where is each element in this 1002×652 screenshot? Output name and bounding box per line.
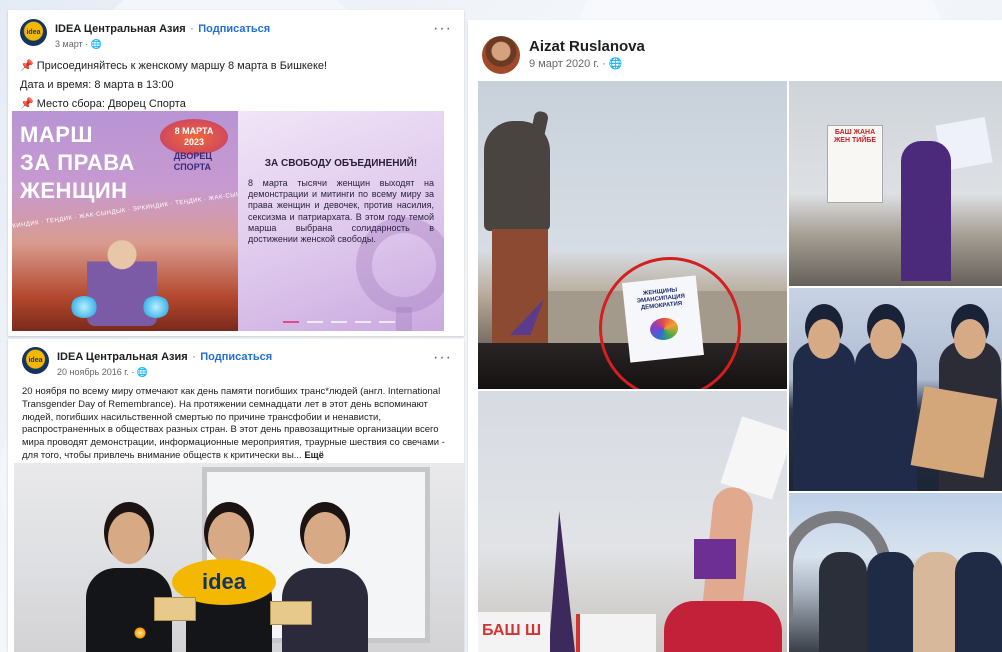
person-left xyxy=(86,512,172,652)
author-avatar[interactable] xyxy=(482,36,520,74)
carousel-dot[interactable] xyxy=(283,321,299,323)
purple-armband xyxy=(694,539,736,579)
post-text: 📌 Присоединяйтесь к женскому маршу 8 мар… xyxy=(8,50,464,112)
globe-icon: 🌐 xyxy=(90,39,102,49)
poster-glow-left xyxy=(70,296,98,318)
post-text: 20 ноября по всему миру отмечают как ден… xyxy=(8,378,464,463)
poster-venue: ДВОРЕЦ СПОРТА xyxy=(173,151,212,172)
red-highlight-circle xyxy=(599,257,741,389)
follow-button[interactable]: Подписаться xyxy=(200,351,272,363)
name-separator: · xyxy=(190,23,194,35)
location-line: 📌 Место сбора: Дворец Спорта xyxy=(20,98,186,110)
poster-heading: ЗА СВОБОДУ ОБЪЕДИНЕНИЙ! xyxy=(264,158,418,169)
banner-sign-2 xyxy=(576,614,656,652)
post-date-link[interactable]: 9 март 2020 г. · xyxy=(529,58,609,70)
group-photo[interactable]: idea xyxy=(14,463,464,652)
more-options-button[interactable]: ··· xyxy=(433,349,452,367)
photo-police-line[interactable] xyxy=(789,288,1002,491)
carousel-dot[interactable] xyxy=(355,321,371,323)
see-more-link[interactable]: Ещё xyxy=(304,450,324,461)
globe-icon: 🌐 xyxy=(608,58,623,70)
globe-icon: 🌐 xyxy=(136,367,149,377)
photo-monument-protest[interactable]: ЖЕНЩИНЫ ЭМАНСИПАЦИЯ ДЕМОКРАТИЯ xyxy=(478,81,787,389)
cardboard-sign xyxy=(910,386,998,478)
march-poster-image[interactable]: МАРШ ЗА ПРАВА ЖЕНЩИН 8 МАРТА 2023 ДВОРЕЦ… xyxy=(12,111,238,331)
post-tdor: idea IDEA Центральная Азия · Подписаться… xyxy=(8,339,464,652)
post-date-link[interactable]: 20 ноябрь 2016 г. · xyxy=(57,367,137,377)
post-header: idea IDEA Центральная Азия · Подписаться… xyxy=(8,10,464,50)
person-right xyxy=(282,512,368,652)
held-card-right xyxy=(270,601,312,625)
more-options-button[interactable]: ··· xyxy=(433,20,452,38)
post-header: idea IDEA Центральная Азия · Подписаться… xyxy=(8,339,464,378)
detained-woman xyxy=(913,552,961,652)
page-name-link[interactable]: IDEA Центральная Азия xyxy=(57,351,188,363)
officer xyxy=(855,319,917,491)
post-meta: 20 ноябрь 2016 г. · 🌐 xyxy=(57,367,272,378)
name-separator: · xyxy=(192,351,196,363)
post-date-link[interactable]: 3 март · xyxy=(55,39,91,49)
post-meta: 9 март 2020 г. · 🌐 xyxy=(529,57,645,70)
candle xyxy=(134,627,146,639)
officer xyxy=(955,552,1002,652)
freedom-poster-image[interactable]: ЗА СВОБОДУ ОБЪЕДИНЕНИЙ! 8 марта тысячи ж… xyxy=(238,111,444,331)
photo-protest-signs[interactable]: БАШ ЖАНА ЖЕН ТИЙБЕ xyxy=(789,81,1002,286)
poster-title: МАРШ ЗА ПРАВА ЖЕНЩИН xyxy=(20,122,135,203)
carousel-indicator[interactable] xyxy=(283,321,395,323)
banner-sign: БАШ Ш xyxy=(478,612,550,652)
post-womens-march: idea IDEA Центральная Азия · Подписаться… xyxy=(8,10,464,336)
photo-arch-detention[interactable] xyxy=(789,493,1002,652)
held-card-left xyxy=(154,597,196,621)
venus-stem xyxy=(396,307,412,331)
poster-glow-right xyxy=(142,296,170,318)
officer xyxy=(867,552,915,652)
page-avatar[interactable]: idea xyxy=(20,19,47,46)
officer xyxy=(793,319,855,491)
bystander xyxy=(819,552,867,652)
post-body-text: 20 ноября по всему миру отмечают как ден… xyxy=(22,386,445,461)
dark-flag xyxy=(548,511,576,652)
page-avatar[interactable]: idea xyxy=(22,347,49,374)
datetime-line: Дата и время: 8 марта в 13:00 xyxy=(20,79,174,91)
carousel-dot[interactable] xyxy=(331,321,347,323)
announcement-line: 📌 Присоединяйтесь к женскому маршу 8 мар… xyxy=(20,60,328,72)
page-name-link[interactable]: IDEA Центральная Азия xyxy=(55,23,186,35)
follow-button[interactable]: Подписаться xyxy=(198,23,270,35)
post-aizat: Aizat Ruslanova 9 март 2020 г. · 🌐 ЖЕНЩИ… xyxy=(468,20,1002,652)
poster-date: 8 МАРТА 2023 xyxy=(160,119,228,155)
red-coat xyxy=(664,601,782,652)
poster-body: 8 марта тысячи женщин выходят на демонст… xyxy=(248,178,434,245)
author-name-link[interactable]: Aizat Ruslanova xyxy=(529,38,645,55)
protest-sign-red: БАШ ЖАНА ЖЕН ТИЙБЕ xyxy=(827,125,883,203)
photo-raised-arm[interactable]: БАШ Ш xyxy=(478,391,787,652)
carousel-dot[interactable] xyxy=(379,321,395,323)
person-purple-cape xyxy=(901,141,951,281)
carousel-dot[interactable] xyxy=(307,321,323,323)
post-meta: 3 март · 🌐 xyxy=(55,39,270,50)
post-header: Aizat Ruslanova 9 март 2020 г. · 🌐 xyxy=(468,20,1002,74)
